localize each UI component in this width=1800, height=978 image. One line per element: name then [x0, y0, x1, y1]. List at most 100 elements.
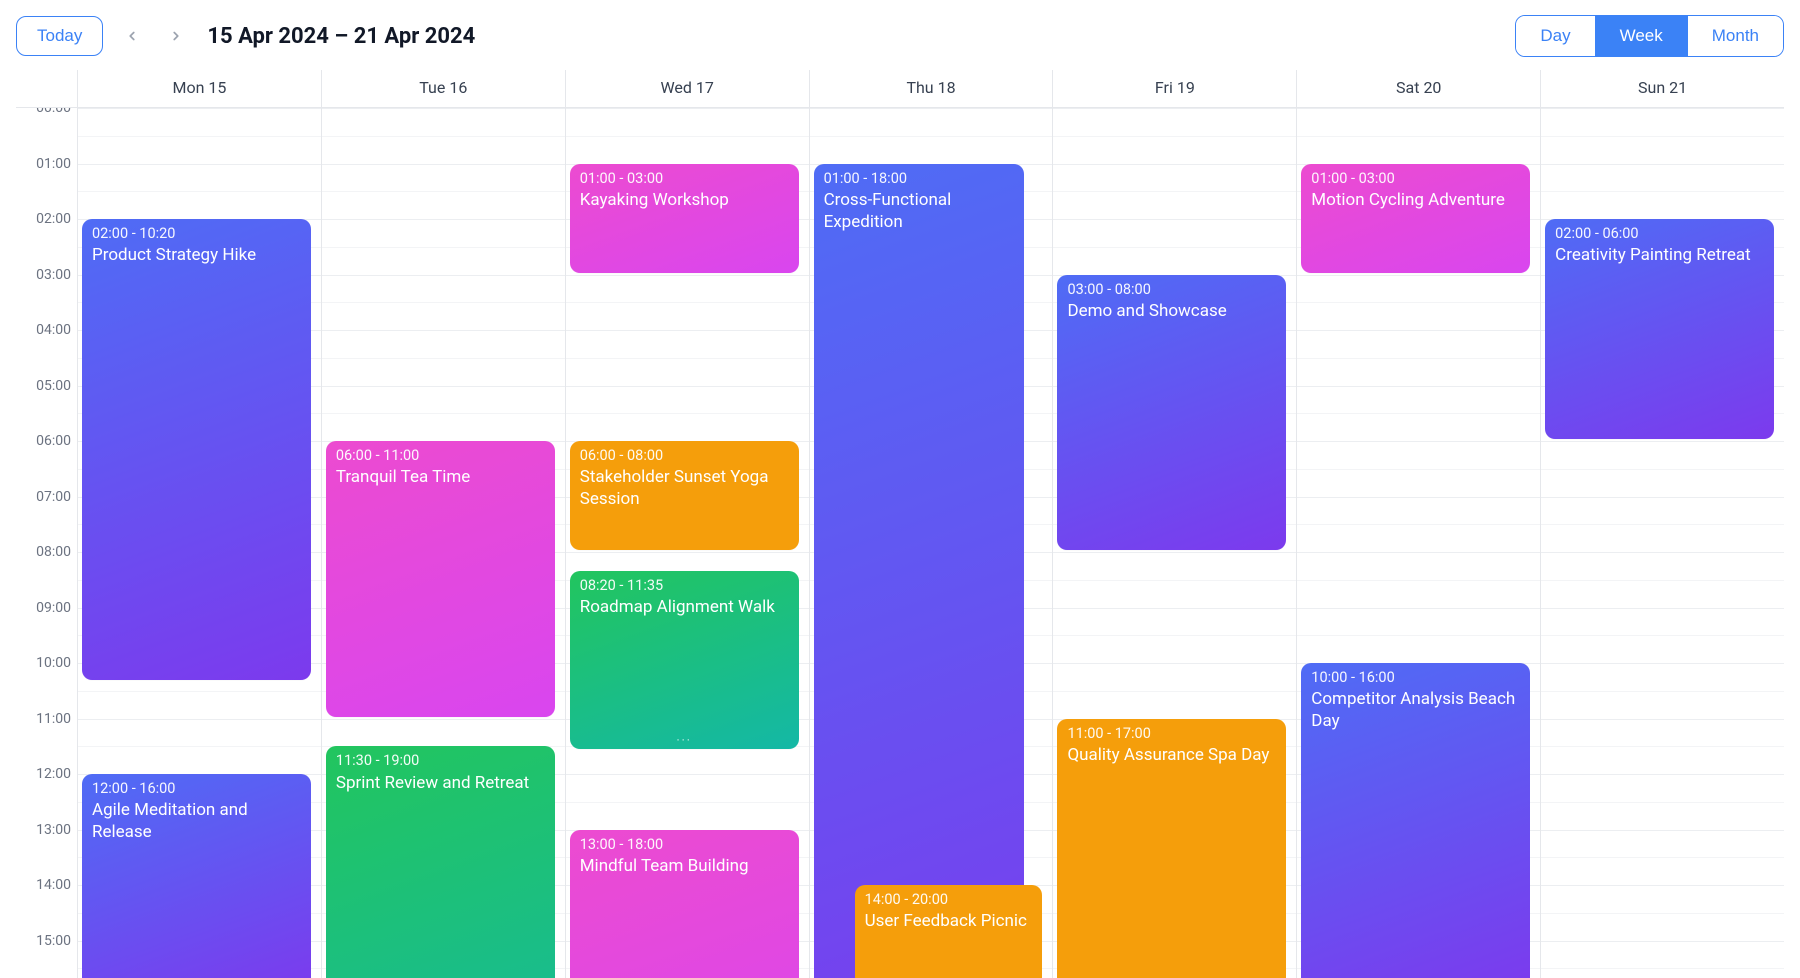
hour-gridline	[1541, 941, 1784, 942]
event-title: Tranquil Tea Time	[336, 466, 545, 488]
hour-gridline	[1053, 552, 1296, 553]
half-hour-gridline	[566, 302, 809, 303]
half-hour-gridline	[1297, 524, 1540, 525]
resize-handle-icon[interactable]: ···	[676, 733, 691, 747]
calendar-event[interactable]: 06:00 - 11:00Tranquil Tea Time	[326, 441, 555, 717]
time-label: 07:00	[16, 489, 71, 505]
calendar-event[interactable]: 02:00 - 06:00Creativity Painting Retreat	[1545, 219, 1774, 439]
hour-gridline	[1297, 386, 1540, 387]
calendar-event[interactable]: 14:00 - 20:00User Feedback Picnic	[855, 885, 1043, 978]
half-hour-gridline	[1297, 358, 1540, 359]
calendar-event[interactable]: 08:20 - 11:35Roadmap Alignment Walk···	[570, 571, 799, 749]
calendar-event[interactable]: 11:00 - 17:00Quality Assurance Spa Day	[1057, 719, 1286, 978]
calendar-event[interactable]: 06:00 - 08:00Stakeholder Sunset Yoga Ses…	[570, 441, 799, 550]
half-hour-gridline	[1541, 802, 1784, 803]
half-hour-gridline	[1541, 857, 1784, 858]
calendar-event[interactable]: 02:00 - 10:20Product Strategy Hike	[82, 219, 311, 680]
half-hour-gridline	[322, 413, 565, 414]
day-header-thu: Thu 18	[810, 70, 1054, 107]
time-label: 00:00	[16, 108, 71, 116]
day-column-fri[interactable]: 03:00 - 08:00Demo and Showcase 11:00 - 17…	[1053, 108, 1297, 978]
day-headers-row: Mon 15Tue 16Wed 17Thu 18Fri 19Sat 20Sun …	[16, 70, 1784, 108]
today-button[interactable]: Today	[16, 16, 103, 56]
day-columns: 02:00 - 10:20Product Strategy Hike 12:00 …	[78, 108, 1784, 978]
view-day-button[interactable]: Day	[1516, 16, 1594, 56]
event-time: 11:30 - 19:00	[336, 752, 545, 769]
hour-gridline	[810, 108, 1053, 109]
calendar-grid: 00:0001:0002:0003:0004:0005:0006:0007:00…	[16, 108, 1784, 978]
half-hour-gridline	[1053, 247, 1296, 248]
hour-gridline	[1541, 830, 1784, 831]
date-range-label: 15 Apr 2024 – 21 Apr 2024	[207, 24, 475, 49]
time-label: 11:00	[16, 711, 71, 727]
event-time: 12:00 - 16:00	[92, 780, 301, 797]
event-title: Sprint Review and Retreat	[336, 772, 545, 794]
half-hour-gridline	[1541, 635, 1784, 636]
view-month-button[interactable]: Month	[1687, 16, 1783, 56]
hour-gridline	[566, 108, 809, 109]
hour-gridline	[78, 719, 321, 720]
calendar-event[interactable]: 01:00 - 03:00Kayaking Workshop	[570, 164, 799, 273]
day-column-tue[interactable]: 06:00 - 11:00Tranquil Tea Time 11:30 - 19…	[322, 108, 566, 978]
hour-gridline	[1541, 552, 1784, 553]
time-label: 14:00	[16, 877, 71, 893]
day-column-thu[interactable]: 01:00 - 18:00 Cross-Functional Expedition…	[810, 108, 1054, 978]
calendar-event[interactable]: 01:00 - 18:00 Cross-Functional Expedition	[814, 164, 1025, 978]
time-label: 02:00	[16, 211, 71, 227]
hour-gridline	[566, 774, 809, 775]
event-title: Cross-Functional Expedition	[824, 189, 1015, 233]
time-label: 15:00	[16, 933, 71, 949]
half-hour-gridline	[566, 413, 809, 414]
hour-gridline	[1541, 663, 1784, 664]
half-hour-gridline	[78, 691, 321, 692]
calendar-event[interactable]: 11:30 - 19:00 Sprint Review and Retreat	[326, 746, 555, 978]
hour-gridline	[1053, 608, 1296, 609]
calendar-event[interactable]: 10:00 - 16:00Competitor Analysis Beach D…	[1301, 663, 1530, 978]
day-header-mon: Mon 15	[78, 70, 322, 107]
hour-gridline	[1541, 719, 1784, 720]
half-hour-gridline	[1053, 580, 1296, 581]
toolbar: Today 15 Apr 2024 – 21 Apr 2024 Day Week…	[16, 12, 1784, 60]
half-hour-gridline	[566, 358, 809, 359]
half-hour-gridline	[322, 302, 565, 303]
view-week-button[interactable]: Week	[1595, 16, 1687, 56]
hour-gridline	[566, 330, 809, 331]
day-column-mon[interactable]: 02:00 - 10:20Product Strategy Hike 12:00 …	[78, 108, 322, 978]
day-column-sun[interactable]: 02:00 - 06:00Creativity Painting Retreat	[1541, 108, 1784, 978]
half-hour-gridline	[1297, 136, 1540, 137]
calendar-event[interactable]: 03:00 - 08:00Demo and Showcase	[1057, 275, 1286, 551]
calendar: Mon 15Tue 16Wed 17Thu 18Fri 19Sat 20Sun …	[16, 70, 1784, 978]
hour-gridline	[1297, 552, 1540, 553]
hour-gridline	[1297, 108, 1540, 109]
half-hour-gridline	[322, 358, 565, 359]
next-week-button[interactable]	[161, 21, 191, 51]
event-title: Roadmap Alignment Walk	[580, 596, 789, 618]
time-label: 04:00	[16, 322, 71, 338]
prev-week-button[interactable]	[117, 21, 147, 51]
half-hour-gridline	[1053, 691, 1296, 692]
hour-gridline	[322, 386, 565, 387]
hour-gridline	[322, 330, 565, 331]
day-header-fri: Fri 19	[1053, 70, 1297, 107]
event-time: 11:00 - 17:00	[1067, 725, 1276, 742]
day-column-sat[interactable]: 01:00 - 03:00Motion Cycling Adventure 10:…	[1297, 108, 1541, 978]
event-time: 01:00 - 18:00	[824, 170, 1015, 187]
time-gutter: 00:0001:0002:0003:0004:0005:0006:0007:00…	[16, 108, 78, 978]
time-label: 06:00	[16, 433, 71, 449]
event-time: 14:00 - 20:00	[865, 891, 1033, 908]
day-column-wed[interactable]: 01:00 - 03:00Kayaking Workshop 06:00 - 08…	[566, 108, 810, 978]
hour-gridline	[1297, 441, 1540, 442]
event-time: 06:00 - 08:00	[580, 447, 789, 464]
calendar-event[interactable]: 12:00 - 16:00Agile Meditation and Releas…	[82, 774, 311, 978]
half-hour-gridline	[1297, 580, 1540, 581]
event-time: 13:00 - 18:00	[580, 836, 789, 853]
hour-gridline	[1541, 774, 1784, 775]
day-header-sun: Sun 21	[1541, 70, 1784, 107]
hour-gridline	[78, 108, 321, 109]
hour-gridline	[322, 108, 565, 109]
half-hour-gridline	[1053, 635, 1296, 636]
calendar-event[interactable]: 01:00 - 03:00Motion Cycling Adventure	[1301, 164, 1530, 273]
hour-gridline	[1541, 497, 1784, 498]
hour-gridline	[1297, 608, 1540, 609]
day-header-tue: Tue 16	[322, 70, 566, 107]
